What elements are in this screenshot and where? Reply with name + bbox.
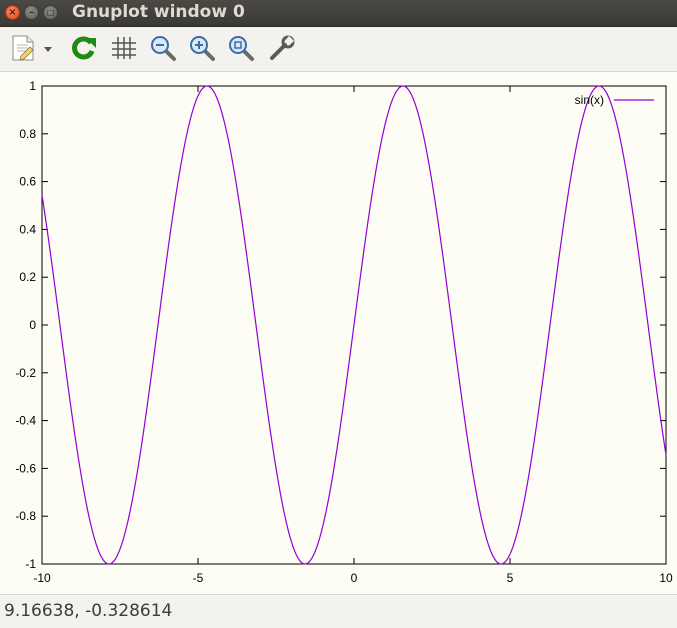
x-tick-label: -5: [193, 571, 204, 585]
zoom-previous-button[interactable]: [148, 33, 178, 63]
window-title: Gnuplot window 0: [72, 2, 245, 22]
export-menu-button[interactable]: [40, 33, 56, 63]
close-window-button[interactable]: ×: [5, 5, 20, 20]
y-tick-label: 0.4: [19, 222, 36, 236]
plot-area[interactable]: 1 0.8 0.6 0.4 0.2 0 -0.2 -0.4 -0.6 -0.8 -1 -10 -5 0 5 1…: [0, 72, 677, 592]
chevron-down-icon: [44, 47, 52, 52]
zoom-out-icon: [151, 36, 176, 61]
refresh-icon: [72, 36, 96, 60]
zoom-next-button[interactable]: [187, 33, 217, 63]
settings-button[interactable]: [266, 33, 296, 63]
grid-icon: [112, 37, 136, 59]
y-tick-label: -0.4: [15, 414, 36, 428]
minimize-window-button[interactable]: –: [24, 5, 39, 20]
legend-label: sin(x): [575, 93, 604, 107]
y-tick-label: -0.8: [15, 509, 36, 523]
y-tick-label: 1: [29, 79, 36, 93]
grid-button[interactable]: [108, 33, 138, 63]
y-tick-label: -0.6: [15, 461, 36, 475]
x-tick-label: -10: [33, 571, 51, 585]
title-bar: × – □ Gnuplot window 0: [0, 0, 677, 27]
y-tick-label: -1: [25, 557, 36, 571]
y-tick-label: 0.6: [19, 175, 36, 189]
x-tick-label: 5: [507, 571, 514, 585]
zoom-in-icon: [190, 36, 215, 61]
maximize-window-button[interactable]: □: [43, 5, 58, 20]
x-tick-label: 10: [659, 571, 673, 585]
status-bar: 9.16638, -0.328614: [0, 594, 677, 628]
toolbar: [0, 27, 677, 72]
x-tick-label: 0: [351, 571, 358, 585]
y-tick-label: 0.2: [19, 270, 36, 284]
plot-canvas[interactable]: 1 0.8 0.6 0.4 0.2 0 -0.2 -0.4 -0.6 -0.8 -1-10 -5 0 5 1…: [0, 72, 677, 592]
y-tick-label: 0.8: [19, 127, 36, 141]
wrench-icon: [270, 35, 295, 60]
y-tick-label: 0: [29, 318, 36, 332]
document-export-icon: [12, 35, 34, 61]
autoscale-button[interactable]: [226, 33, 256, 63]
series-line-0: [41, 85, 667, 565]
y-tick-label: -0.2: [15, 366, 36, 380]
export-button[interactable]: [8, 33, 38, 63]
zoom-fit-icon: [229, 36, 254, 61]
cursor-coordinates: 9.16638, -0.328614: [4, 601, 173, 621]
replot-button[interactable]: [69, 33, 99, 63]
